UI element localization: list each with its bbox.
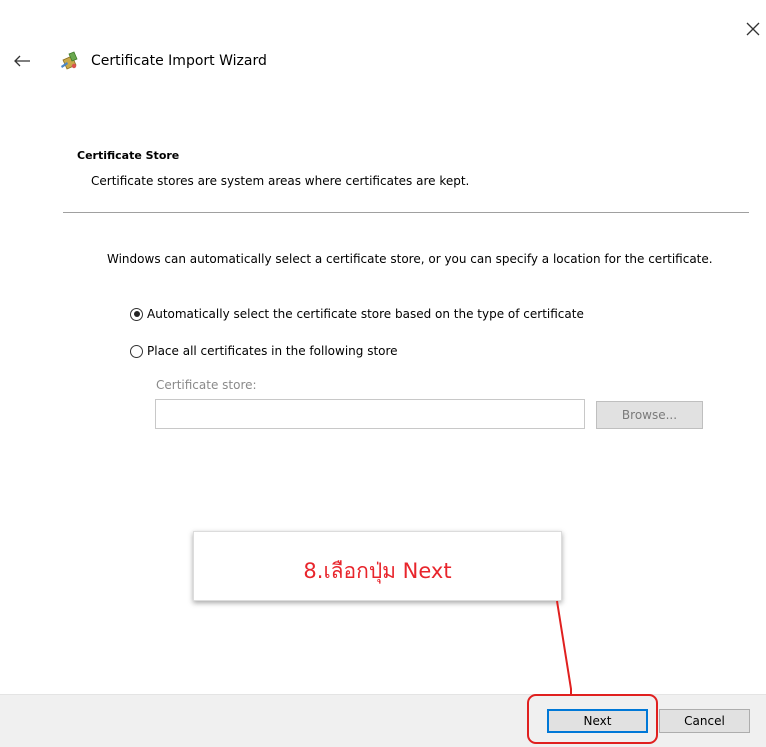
certificate-wizard-icon [59,50,81,72]
annotation-pointer-line [556,600,572,694]
divider [63,212,749,213]
certificate-store-label: Certificate store: [156,378,257,392]
radio-checked-icon[interactable] [130,307,143,321]
section-title: Certificate Store [77,149,180,162]
close-button[interactable] [744,20,762,38]
back-arrow-icon [14,55,30,67]
section-description: Certificate stores are system areas wher… [91,174,470,188]
next-button[interactable]: Next [547,709,648,733]
radio-unchecked-icon[interactable] [130,344,143,358]
back-button[interactable] [12,51,32,71]
cancel-button[interactable]: Cancel [659,709,750,733]
annotation-callout-text: 8.เลือกปุ่ม Next [303,559,452,583]
place-in-store-label: Place all certificates in the following … [147,344,398,358]
certificate-store-input[interactable] [155,399,585,429]
browse-button[interactable]: Browse... [596,401,703,429]
window-title: Certificate Import Wizard [91,53,267,69]
auto-select-store-option[interactable]: Automatically select the certificate sto… [130,305,584,323]
auto-select-store-label: Automatically select the certificate sto… [147,307,584,321]
footer-bar [0,694,766,747]
intro-text: Windows can automatically select a certi… [107,252,713,266]
close-icon [746,22,760,36]
place-in-store-option[interactable]: Place all certificates in the following … [130,342,398,360]
